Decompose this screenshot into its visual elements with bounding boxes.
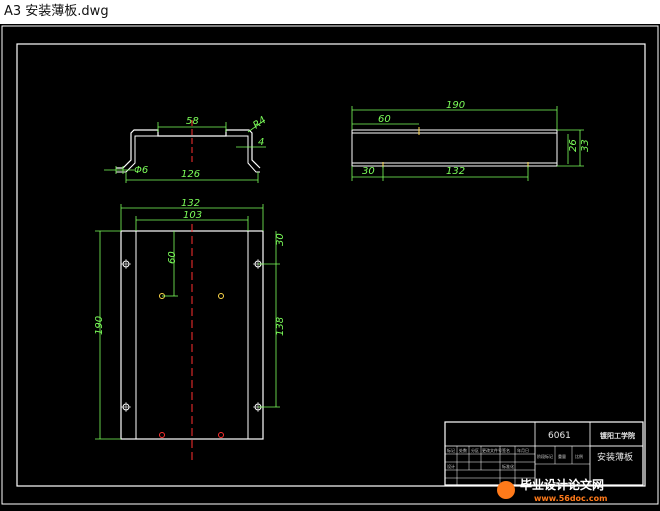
window-titlebar: A3 安装薄板.dwg [0,0,660,24]
dim-r4: R4 [251,115,268,132]
label-date: 年月日 [517,447,529,453]
label-change: 更改文件号 [482,447,502,453]
watermark: 毕业设计论文网 www.56doc.com [494,477,654,503]
mount-hole [121,259,131,269]
dim-126: 126 [181,169,200,180]
watermark-url: www.56doc.com [534,494,607,503]
dim-60-front: 60 [167,251,178,264]
dim-4: 4 [258,137,264,148]
label-zone: 分区 [471,447,479,453]
small-hole [218,432,224,438]
label-stage: 阶段标记 [537,453,553,459]
small-hole [159,432,165,438]
side-view: 190 60 26 33 30 132 [351,100,591,181]
drawing-canvas[interactable]: 58 R4 4 Φ6 126 190 60 26 33 30 132 132 1… [0,24,660,507]
dim-33: 33 [580,139,591,152]
label-weight: 重量 [558,453,566,459]
title-block: 6061 镀阳工学院 安装薄板 标记 处数 分区 更改文件号 签名 年月日 设计… [444,421,644,486]
school-name: 镀阳工学院 [600,431,635,440]
part-name: 安装薄板 [597,451,633,463]
small-hole [218,293,224,299]
dim-30-front: 30 [275,233,286,246]
dim-26: 26 [568,139,579,152]
dim-58: 58 [186,116,199,127]
dim-103: 103 [183,210,202,221]
label-scale: 比例 [575,453,583,459]
watermark-text: 毕业设计论文网 [520,477,604,492]
front-view: 132 103 190 60 30 138 [94,198,286,460]
dim-190-front: 190 [94,316,105,335]
side-plate-top [351,129,558,134]
label-design: 设计 [447,463,455,469]
label-sign: 签名 [502,447,510,453]
dim-132-front: 132 [181,198,200,209]
dim-30-bottom: 30 [362,166,375,177]
window-title: A3 安装薄板.dwg [4,4,109,19]
dim-phi6: Φ6 [134,165,148,176]
dim-138: 138 [275,317,286,336]
label-mark: 标记 [447,447,455,453]
dim-132-side: 132 [446,166,465,177]
label-std: 标准化 [502,463,514,469]
dim-190-top: 190 [446,100,465,111]
material-text: 6061 [548,431,571,441]
watermark-logo-icon [497,481,515,499]
mount-hole [121,402,131,412]
profile-view: 58 R4 4 Φ6 126 [104,115,268,183]
cad-drawing: 58 R4 4 Φ6 126 190 60 26 33 30 132 132 1… [1,25,659,505]
dim-60-top: 60 [378,114,391,125]
label-count: 处数 [459,447,467,453]
